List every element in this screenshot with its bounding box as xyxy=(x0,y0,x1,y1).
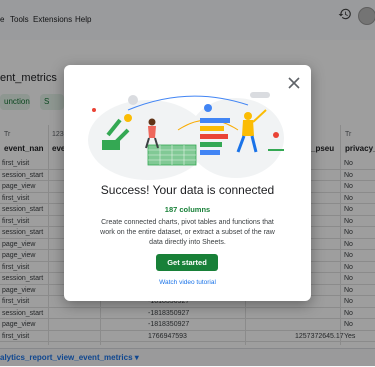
get-started-button[interactable]: Get started xyxy=(156,254,218,271)
close-icon[interactable] xyxy=(287,76,301,90)
dialog-title: Success! Your data is connected xyxy=(100,183,275,197)
watch-video-tutorial-link[interactable]: Watch video tutorial xyxy=(64,279,311,286)
dialog-description: Create connected charts, pivot tables an… xyxy=(100,219,275,246)
success-dialog: Success! Your data is connected 187 colu… xyxy=(64,65,311,301)
column-count: 187 columns xyxy=(164,205,211,214)
connected-data-illustration xyxy=(88,92,284,180)
